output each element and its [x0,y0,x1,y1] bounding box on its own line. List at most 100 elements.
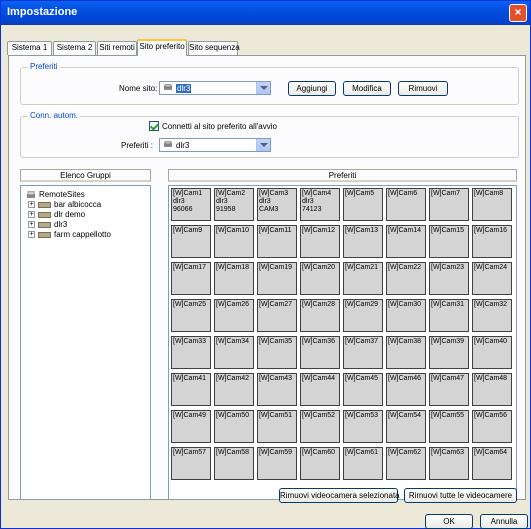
tab-sistema-1[interactable]: Sistema 1 [7,41,52,55]
camera-slot[interactable]: [W]Cam14 [386,225,426,258]
site-icon [164,141,172,147]
camera-slot[interactable]: [W]Cam19 [257,262,297,295]
preferiti-legend: Preferiti [28,62,60,71]
tab-sistema-2[interactable]: Sistema 2 [53,41,96,55]
camera-slot[interactable]: [W]Cam10 [214,225,254,258]
tab-siti-remoti[interactable]: Siti remoti [97,41,137,55]
site-name-combo[interactable]: dlr3 [159,81,271,95]
group-icon [38,212,51,218]
camera-slot[interactable]: [W]Cam60 [300,447,340,480]
camera-slot[interactable]: [W]Cam52 [300,410,340,443]
camera-slot[interactable]: [W]Cam27 [257,299,297,332]
camera-slot[interactable]: [W]Cam12 [300,225,340,258]
camera-slot[interactable]: [W]Cam56 [472,410,512,443]
camera-slot[interactable]: [W]Cam40 [472,336,512,369]
camera-slot[interactable]: [W]Cam11 [257,225,297,258]
camera-slot[interactable]: [W]Cam30 [386,299,426,332]
camera-slot[interactable]: [W]Cam23 [429,262,469,295]
close-button[interactable]: × [509,4,527,22]
camera-slot[interactable]: [W]Cam62 [386,447,426,480]
camera-slot[interactable]: [W]Cam7 [429,188,469,221]
camera-slot[interactable]: [W]Cam31 [429,299,469,332]
camera-grid: [W]Cam1 dlr3 96066 [W]Cam2 dlr3 91958 [W]C… [168,185,517,500]
camera-slot[interactable]: [W]Cam20 [300,262,340,295]
camera-slot[interactable]: [W]Cam36 [300,336,340,369]
camera-slot[interactable]: [W]Cam6 [386,188,426,221]
tree-root-label: RemoteSites [39,190,85,199]
camera-slot[interactable]: [W]Cam1 dlr3 96066 [171,188,211,221]
camera-slot[interactable]: [W]Cam3 dlr3 CAM3 [257,188,297,221]
camera-slot[interactable]: [W]Cam45 [343,373,383,406]
camera-slot[interactable]: [W]Cam43 [257,373,297,406]
camera-slot[interactable]: [W]Cam50 [214,410,254,443]
remove-all-cameras-button[interactable]: Rimuovi tutte le videocamere [404,488,517,503]
camera-slot[interactable]: [W]Cam8 [472,188,512,221]
camera-slot[interactable]: [W]Cam37 [343,336,383,369]
cancel-button[interactable]: Annulla [480,514,528,529]
camera-slot[interactable]: [W]Cam24 [472,262,512,295]
camera-slot[interactable]: [W]Cam9 [171,225,211,258]
camera-slot[interactable]: [W]Cam35 [257,336,297,369]
camera-slot[interactable]: [W]Cam53 [343,410,383,443]
remove-button[interactable]: Rimuovi [398,81,448,96]
camera-slot[interactable]: [W]Cam42 [214,373,254,406]
camera-slot[interactable]: [W]Cam54 [386,410,426,443]
expand-icon[interactable]: + [28,231,35,238]
camera-slot[interactable]: [W]Cam38 [386,336,426,369]
network-icon [27,191,35,198]
camera-slot[interactable]: [W]Cam33 [171,336,211,369]
camera-slot[interactable]: [W]Cam61 [343,447,383,480]
camera-slot[interactable]: [W]Cam46 [386,373,426,406]
camera-slot[interactable]: [W]Cam2 dlr3 91958 [214,188,254,221]
camera-slot[interactable]: [W]Cam63 [429,447,469,480]
camera-slot[interactable]: [W]Cam49 [171,410,211,443]
expand-icon[interactable]: + [28,221,35,228]
remove-selected-camera-button[interactable]: Rimuovi videocamera selezionata [279,488,400,503]
ok-button[interactable]: OK [425,514,473,529]
camera-slot[interactable]: [W]Cam47 [429,373,469,406]
chevron-down-icon[interactable] [256,82,270,94]
pref-combo[interactable]: dlr3 [159,138,271,152]
camera-slot[interactable]: [W]Cam32 [472,299,512,332]
site-name-value: dlr3 [176,84,192,93]
group-tree[interactable]: RemoteSites + bar albicocca + dlr demo +… [20,185,151,500]
tab-sito-preferito[interactable]: Sito preferito [137,39,187,56]
camera-slot[interactable]: [W]Cam48 [472,373,512,406]
title-bar[interactable]: Impostazione × [1,1,530,25]
tree-item-label: farm cappellotto [54,230,111,239]
auto-connect-checkbox[interactable] [149,121,159,131]
camera-slot[interactable]: [W]Cam15 [429,225,469,258]
camera-slot[interactable]: [W]Cam55 [429,410,469,443]
camera-slot[interactable]: [W]Cam5 [343,188,383,221]
expand-icon[interactable]: + [28,211,35,218]
add-button[interactable]: Aggiungi [288,81,336,96]
camera-slot[interactable]: [W]Cam34 [214,336,254,369]
camera-slot[interactable]: [W]Cam51 [257,410,297,443]
camera-slot[interactable]: [W]Cam26 [214,299,254,332]
tab-sito-sequenza[interactable]: Sito sequenza [188,41,240,55]
camera-slot[interactable]: [W]Cam39 [429,336,469,369]
camera-slot[interactable]: [W]Cam59 [257,447,297,480]
camera-slot[interactable]: [W]Cam16 [472,225,512,258]
camera-slot[interactable]: [W]Cam17 [171,262,211,295]
chevron-down-icon[interactable] [256,139,270,151]
camera-slot[interactable]: [W]Cam4 dlr3 74123 [300,188,340,221]
camera-slot[interactable]: [W]Cam64 [472,447,512,480]
camera-slot[interactable]: [W]Cam13 [343,225,383,258]
camera-slot[interactable]: [W]Cam44 [300,373,340,406]
edit-button[interactable]: Modifica [343,81,391,96]
camera-slot[interactable]: [W]Cam25 [171,299,211,332]
camera-slot[interactable]: [W]Cam41 [171,373,211,406]
camera-slot[interactable]: [W]Cam22 [386,262,426,295]
camera-slot[interactable]: [W]Cam28 [300,299,340,332]
site-name-label: Nome sito: [119,84,158,93]
camera-slot[interactable]: [W]Cam58 [214,447,254,480]
camera-slot[interactable]: [W]Cam57 [171,447,211,480]
group-list-header: Elenco Gruppi [20,169,151,182]
expand-icon[interactable]: + [28,201,35,208]
settings-window: Impostazione × Sistema 1 Sistema 2 Siti … [0,0,531,529]
camera-slot[interactable]: [W]Cam21 [343,262,383,295]
tree-item-label: dlr3 [54,220,68,229]
camera-slot[interactable]: [W]Cam18 [214,262,254,295]
camera-slot[interactable]: [W]Cam29 [343,299,383,332]
